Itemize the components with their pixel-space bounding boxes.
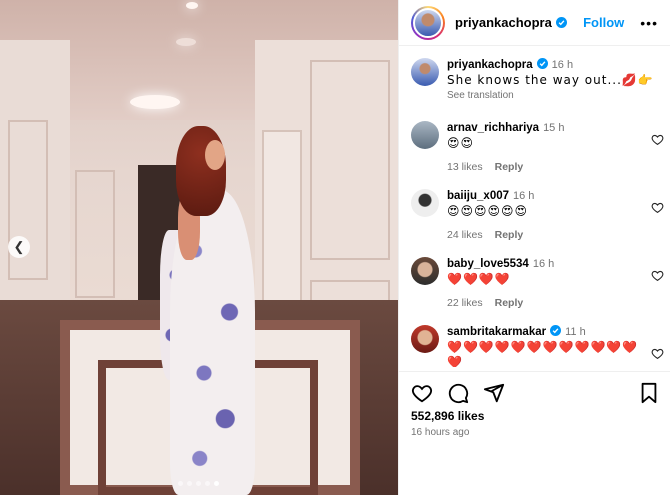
carousel-dot [205, 481, 210, 486]
comment-time: 15 h [543, 122, 565, 134]
author-avatar[interactable] [411, 5, 445, 40]
post-actions: 552,896 likes 16 hours ago [399, 371, 670, 438]
comment-time: 11 h [565, 326, 586, 338]
reply-button[interactable]: Reply [495, 229, 524, 241]
carousel-dot [196, 481, 201, 486]
heart-icon[interactable] [651, 269, 664, 282]
post-timestamp[interactable]: 16 hours ago [411, 427, 659, 438]
ceiling-light [176, 38, 196, 46]
comment-icon[interactable] [447, 382, 469, 404]
share-icon[interactable] [483, 382, 505, 404]
chevron-left-icon: ❮ [13, 239, 25, 254]
post-header: priyankachopra Follow ••• [399, 0, 670, 46]
ceiling-lamp [130, 95, 180, 109]
comment-item: arnav_richhariya 15 h 😍😍 13 likes Reply [399, 121, 670, 175]
hair [176, 126, 226, 216]
caption-text: She knows the way out...💋👉 [447, 73, 654, 87]
carousel-dot-active [214, 481, 219, 486]
caption-username[interactable]: priyankachopra [447, 59, 533, 71]
bookmark-icon[interactable] [639, 382, 659, 404]
comment-text: 😍😍 [447, 136, 475, 150]
verified-icon [536, 58, 548, 69]
author-avatar-small[interactable] [411, 58, 439, 86]
carousel-dot [187, 481, 192, 486]
heart-icon[interactable] [411, 382, 433, 404]
heart-icon[interactable] [651, 133, 664, 146]
comment-likes[interactable]: 24 likes [447, 229, 483, 241]
post-photo[interactable]: ❮ [0, 0, 398, 495]
comment-text: ❤️❤️❤️❤️ [447, 272, 511, 286]
comment-likes[interactable]: 22 likes [447, 297, 483, 309]
reply-button[interactable]: Reply [495, 297, 524, 309]
wall-panel [310, 60, 390, 260]
heart-icon[interactable] [651, 201, 664, 214]
commenter-avatar[interactable] [411, 257, 439, 285]
reply-button[interactable]: Reply [495, 161, 524, 173]
comment-time: 16 h [513, 190, 535, 202]
carousel-dots [178, 481, 219, 486]
verified-icon [555, 17, 567, 28]
comment-likes[interactable]: 13 likes [447, 161, 483, 173]
heart-icon[interactable] [651, 347, 664, 360]
comments-list[interactable]: priyankachopra 16 h She knows the way out… [399, 52, 670, 367]
comment-item: baiiju_x007 16 h 😍😍😍😍😍😍 24 likes Reply [399, 189, 670, 243]
carousel-dot [178, 481, 183, 486]
comment-username[interactable]: baiiju_x007 [447, 190, 509, 202]
post-sidebar: priyankachopra Follow ••• priyankachopra… [398, 0, 670, 495]
likes-count[interactable]: 552,896 likes [411, 409, 659, 423]
verified-icon [550, 325, 562, 336]
author-username[interactable]: priyankachopra [455, 15, 567, 30]
follow-button[interactable]: Follow [583, 15, 624, 30]
comment-time: 16 h [532, 258, 555, 270]
comment-text: ❤️❤️❤️❤️❤️❤️❤️❤️❤️❤️❤️❤️❤️ [447, 340, 639, 367]
commenter-avatar[interactable] [411, 121, 439, 149]
post-caption: priyankachopra 16 h She knows the way out… [399, 58, 670, 103]
comment-username[interactable]: arnav_richhariya [447, 122, 539, 134]
comment-username[interactable]: baby_love5534 [447, 258, 529, 270]
comment-item: sambritakarmakar 11 h ❤️❤️❤️❤️❤️❤️❤️❤️❤️❤… [399, 325, 670, 367]
ceiling-light [186, 2, 198, 9]
see-translation-link[interactable]: See translation [447, 88, 659, 103]
commenter-avatar[interactable] [411, 189, 439, 217]
commenter-avatar[interactable] [411, 325, 439, 353]
comment-text: 😍😍😍😍😍😍 [447, 204, 529, 218]
face [205, 140, 225, 170]
comment-username[interactable]: sambritakarmakar [447, 326, 546, 338]
previous-photo-button[interactable]: ❮ [8, 236, 30, 258]
hall-door [75, 170, 115, 298]
more-icon[interactable]: ••• [640, 15, 658, 31]
caption-time: 16 h [551, 59, 574, 71]
comment-item: baby_love5534 16 h ❤️❤️❤️❤️ 22 likes Reply [399, 257, 670, 311]
